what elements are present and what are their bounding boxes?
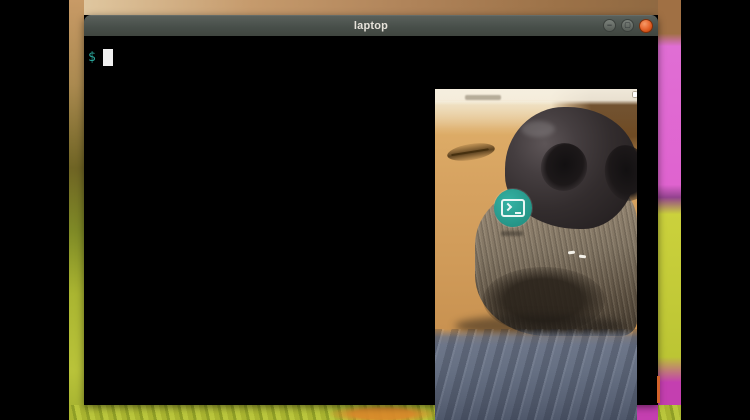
dog-nose-shine <box>521 121 555 137</box>
minimize-icon: − <box>607 21 612 30</box>
wallpaper-top-strip <box>69 0 681 15</box>
terminal-glyph-icon <box>501 199 525 217</box>
wallpaper-left-strip <box>69 0 84 420</box>
terminal-titlebar[interactable]: laptop − ▢ <box>84 15 658 37</box>
window-title: laptop <box>354 20 388 32</box>
shell-prompt-line: $ <box>88 49 113 66</box>
maximize-button[interactable]: ▢ <box>621 19 634 32</box>
wallpaper-right-strip <box>658 0 681 420</box>
terminal-cursor <box>103 49 113 66</box>
wallpaper-orange-flower <box>330 405 435 420</box>
desktop-screen: laptop − ▢ $ <box>0 0 750 420</box>
status-icon <box>633 92 637 97</box>
terminal-app-icon[interactable] <box>494 189 532 227</box>
phone-status-bar <box>435 89 637 105</box>
phone-mirror-window[interactable] <box>435 89 637 420</box>
window-controls: − ▢ <box>603 15 653 36</box>
status-bar-text <box>465 95 501 100</box>
app-icon-label <box>501 231 523 236</box>
close-button[interactable] <box>639 19 653 33</box>
minimize-button[interactable]: − <box>603 19 616 32</box>
wallpaper-orange-sliver <box>657 376 660 403</box>
blue-fabric <box>435 329 637 420</box>
dog-tooth <box>579 255 586 259</box>
wallpaper-magenta-patch <box>637 405 658 420</box>
shell-prompt-symbol: $ <box>88 50 96 65</box>
maximize-icon: ▢ <box>624 21 631 30</box>
